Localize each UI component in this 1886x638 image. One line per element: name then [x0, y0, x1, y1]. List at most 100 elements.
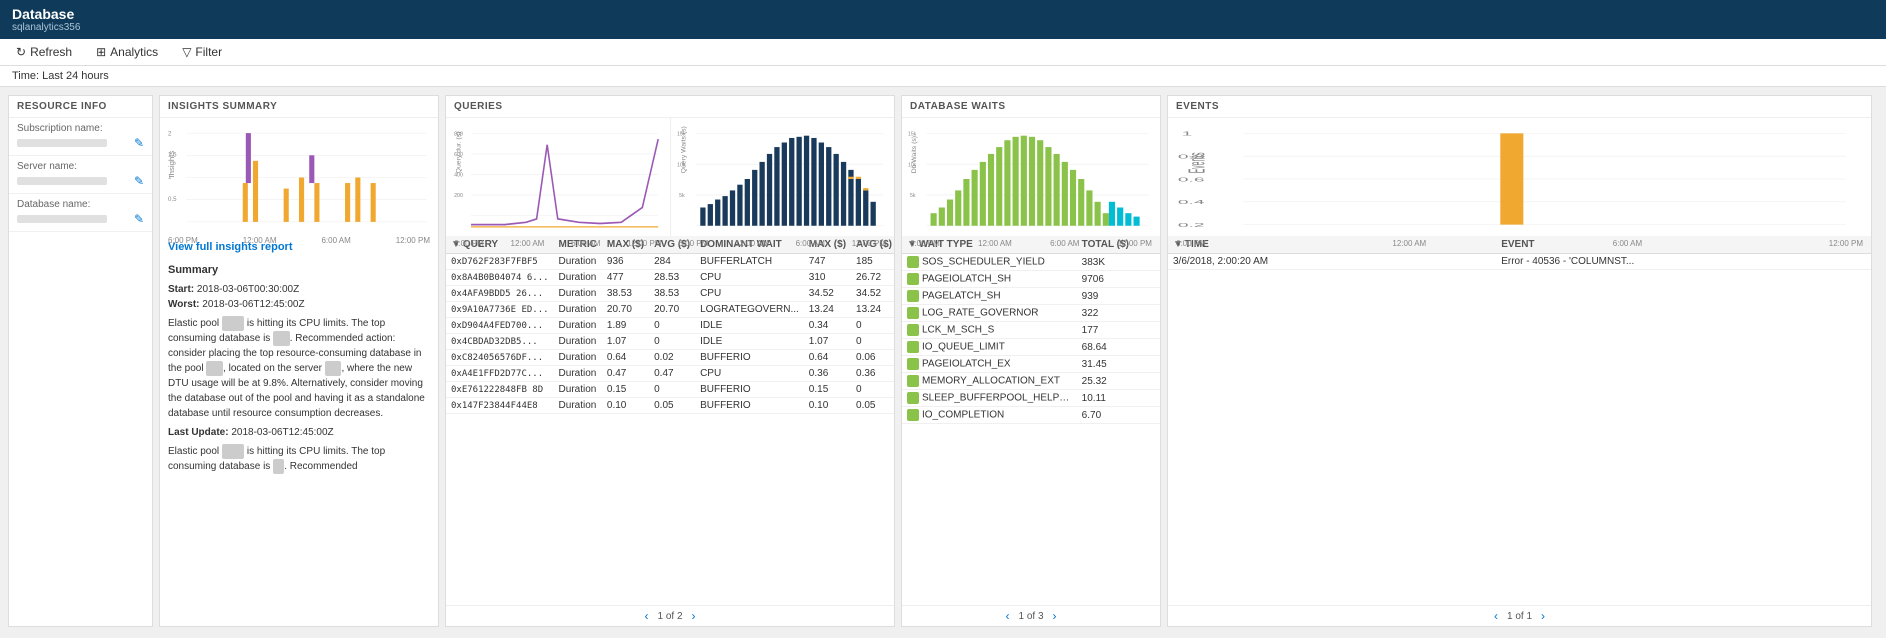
qw-t1: 6:00 PM [679, 239, 709, 248]
svg-text:2: 2 [168, 130, 172, 137]
svg-text:10k: 10k [677, 162, 686, 168]
table-row[interactable]: PAGELATCH_SH 939 [902, 288, 1160, 305]
redacted-5 [222, 444, 244, 459]
metric-cell: Duration [554, 350, 602, 366]
wait-type-cell: PAGELATCH_SH [902, 288, 1077, 305]
wait-type-cell: SOS_SCHEDULER_YIELD [902, 254, 1077, 271]
table-row[interactable]: 0x4AFA9BDD5 26... Duration 38.53 38.53 C… [446, 286, 894, 302]
wait-total-cell: 177 [1077, 322, 1160, 339]
database-edit-icon[interactable]: ✎ [134, 212, 144, 226]
ev-t4: 12:00 PM [1829, 239, 1863, 248]
queries-pagination: ‹ 1 of 2 › [446, 605, 894, 626]
dominant-wait-cell: CPU [695, 270, 804, 286]
insights-title: INSIGHTS SUMMARY [160, 96, 438, 118]
waits-page: 1 of 3 [1018, 611, 1043, 622]
table-row[interactable]: PAGEIOLATCH_SH 9706 [902, 271, 1160, 288]
max-cell: 0.64 [602, 350, 649, 366]
waits-prev-btn[interactable]: ‹ [1002, 609, 1012, 623]
events-chart: Events 1 0.8 0.6 0.4 0.2 [1174, 122, 1865, 236]
wait-avg-cell: 13.24 [851, 302, 894, 318]
table-row[interactable]: LOG_RATE_GOVERNOR 322 [902, 305, 1160, 322]
wait-type-cell: IO_QUEUE_LIMIT [902, 339, 1077, 356]
table-row[interactable]: 0xD762F283F7FBF5 Duration 936 284 BUFFER… [446, 254, 894, 270]
queries-table: ▼QUERY METRIC MAX ($) AVG ($) DOMINANT W… [446, 236, 894, 414]
refresh-button[interactable]: ↻ Refresh [12, 43, 76, 61]
wait-type-cell: IO_COMPLETION [902, 407, 1077, 424]
table-row[interactable]: LCK_M_SCH_S 177 [902, 322, 1160, 339]
metric-cell: Duration [554, 382, 602, 398]
wait-icon [907, 358, 919, 370]
wait-icon [907, 273, 919, 285]
table-row[interactable]: IO_QUEUE_LIMIT 68.64 [902, 339, 1160, 356]
wait-avg-cell: 0 [851, 382, 894, 398]
queries-table-container: ▼QUERY METRIC MAX ($) AVG ($) DOMINANT W… [446, 236, 894, 605]
table-row[interactable]: SLEEP_BUFFERPOOL_HELPLW 10.11 [902, 390, 1160, 407]
queries-prev-btn[interactable]: ‹ [641, 609, 651, 623]
subscription-value [17, 139, 107, 147]
wait-max-cell: 0.10 [804, 398, 851, 414]
database-row: ✎ [17, 212, 144, 226]
table-row[interactable]: 3/6/2018, 2:00:20 AM Error - 40536 - 'CO… [1168, 254, 1871, 270]
time-label: Time: Last 24 hours [12, 70, 109, 82]
server-label: Server name: [17, 161, 144, 172]
table-row[interactable]: 0xC824056576DF... Duration 0.64 0.02 BUF… [446, 350, 894, 366]
insights-body-2: Elastic pool is hitting its CPU limits. … [168, 444, 430, 474]
svg-text:1: 1 [1182, 130, 1193, 136]
events-prev-btn[interactable]: ‹ [1491, 609, 1501, 623]
dominant-wait-cell: BUFFERIO [695, 398, 804, 414]
dominant-wait-cell: BUFFERLATCH [695, 254, 804, 270]
table-row[interactable]: PAGEIOLATCH_EX 31.45 [902, 356, 1160, 373]
wait-avg-cell: 0 [851, 334, 894, 350]
ev-t2: 12:00 AM [1392, 239, 1426, 248]
ev-t3: 6:00 AM [1613, 239, 1642, 248]
svg-text:200: 200 [454, 193, 463, 199]
filter-button[interactable]: ▽ Filter [178, 43, 226, 61]
server-edit-icon[interactable]: ✎ [134, 174, 144, 188]
svg-text:15k: 15k [677, 132, 686, 138]
insights-time-1: 6:00 PM [168, 236, 198, 245]
events-page: 1 of 1 [1507, 611, 1532, 622]
queries-title: QUERIES [446, 96, 894, 118]
redacted-1 [222, 316, 244, 331]
table-row[interactable]: 0x4CBDAD32DB5... Duration 1.07 0 IDLE 1.… [446, 334, 894, 350]
dw-t3: 6:00 AM [1050, 239, 1079, 248]
redacted-6 [273, 459, 284, 474]
table-row[interactable]: MEMORY_ALLOCATION_EXT 25.32 [902, 373, 1160, 390]
max-cell: 1.07 [602, 334, 649, 350]
queries-next-btn[interactable]: › [689, 609, 699, 623]
waits-next-btn[interactable]: › [1050, 609, 1060, 623]
metric-cell: Duration [554, 270, 602, 286]
wait-max-cell: 34.52 [804, 286, 851, 302]
avg-cell: 0 [649, 334, 695, 350]
db-waits-panel: DATABASE WAITS Db Waits (s) 15k 10k 5k [901, 95, 1161, 627]
table-row[interactable]: 0xA4E1FFD2D77C... Duration 0.47 0.47 CPU… [446, 366, 894, 382]
svg-text:1: 1 [168, 173, 172, 180]
toolbar: ↻ Refresh ⊞ Analytics ▽ Filter [0, 39, 1886, 66]
refresh-label: Refresh [30, 45, 72, 59]
avg-cell: 20.70 [649, 302, 695, 318]
query-dur-axis: 6:00 PM 12:00 AM 6:00 AM 12:00 PM [452, 239, 664, 248]
avg-cell: 0.47 [649, 366, 695, 382]
wait-avg-cell: 26.72 [851, 270, 894, 286]
table-row[interactable]: 0x8A4B0B04074 6... Duration 477 28.53 CP… [446, 270, 894, 286]
query-cell: 0xA4E1FFD2D77C... [446, 366, 554, 382]
events-next-btn[interactable]: › [1538, 609, 1548, 623]
table-row[interactable]: 0x147F23844F44E8 Duration 0.10 0.05 BUFF… [446, 398, 894, 414]
redacted-4 [325, 361, 342, 376]
wait-type-cell: SLEEP_BUFFERPOOL_HELPLW [902, 390, 1077, 407]
worst-label: Worst: [168, 299, 199, 310]
insights-panel: INSIGHTS SUMMARY Insights 2 1.5 1 0.5 [159, 95, 439, 627]
subscription-edit-icon[interactable]: ✎ [134, 136, 144, 150]
avg-cell: 284 [649, 254, 695, 270]
table-row[interactable]: 0x9A10A7736E ED... Duration 20.70 20.70 … [446, 302, 894, 318]
analytics-button[interactable]: ⊞ Analytics [92, 43, 162, 61]
dw-t2: 12:00 AM [978, 239, 1012, 248]
query-wait-axis: 6:00 PM 12:00 AM 6:00 AM 12:00 PM [677, 239, 889, 248]
db-waits-chart-area: Db Waits (s) 15k 10k 5k [902, 118, 1160, 236]
table-row[interactable]: SOS_SCHEDULER_YIELD 383K [902, 254, 1160, 271]
table-row[interactable]: IO_COMPLETION 6.70 [902, 407, 1160, 424]
table-row[interactable]: 0xD904A4FED700... Duration 1.89 0 IDLE 0… [446, 318, 894, 334]
wait-avg-cell: 0.36 [851, 366, 894, 382]
table-row[interactable]: 0xE761222848FB 8D Duration 0.15 0 BUFFER… [446, 382, 894, 398]
insights-worst: Worst: 2018-03-06T12:45:00Z [168, 297, 430, 312]
